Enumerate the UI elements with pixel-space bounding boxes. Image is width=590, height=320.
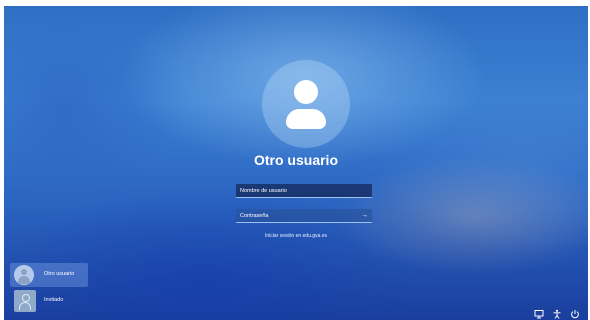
user-switch-guest[interactable]: Invitado (10, 289, 88, 313)
power-icon[interactable] (570, 309, 580, 319)
avatar-body-icon (286, 109, 326, 129)
network-icon[interactable] (534, 309, 544, 319)
arrow-right-icon[interactable]: → (361, 209, 368, 223)
user-avatar-icon (14, 265, 34, 285)
username-title: Otro usuario (253, 152, 338, 168)
user-avatar-large (262, 60, 350, 148)
user-item-label: Invitado (44, 297, 64, 303)
signin-domain-link[interactable]: Iniciar sesión en edu.gva.es (4, 233, 588, 239)
username-field-placeholder: Nombre de usuario (240, 188, 287, 194)
username-field[interactable]: Nombre de usuario (236, 184, 372, 198)
accessibility-icon[interactable] (552, 309, 562, 319)
background-light-streak (334, 156, 588, 276)
avatar-head-icon (294, 80, 318, 104)
password-field[interactable]: Contraseña → (236, 209, 372, 223)
password-field-placeholder: Contraseña (240, 213, 269, 219)
user-switch-other-user[interactable]: Otro usuario (10, 263, 88, 287)
guest-avatar-icon (14, 290, 36, 312)
user-item-label: Otro usuario (44, 271, 75, 277)
lock-screen: Otro usuario Nombre de usuario Contraseñ… (4, 6, 588, 320)
